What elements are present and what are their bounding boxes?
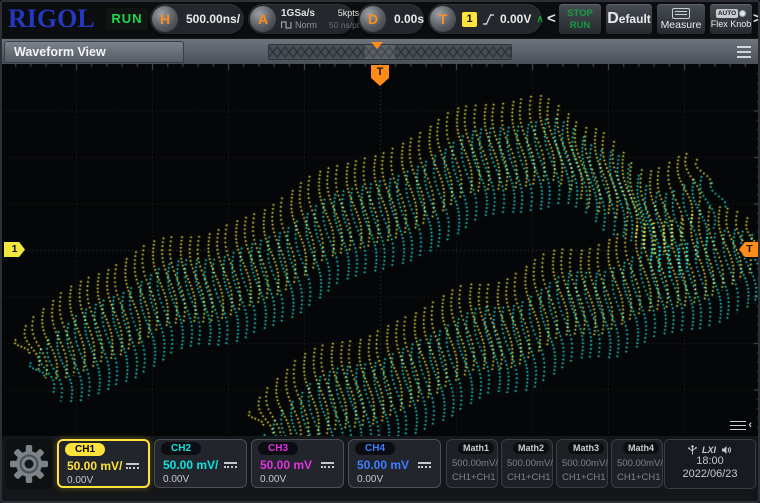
auto-knob-icon: AUTO [716, 8, 746, 18]
dc-coupling-icon [224, 462, 237, 468]
channel-tab-label: CH3 [258, 442, 298, 455]
channel-scale: 50.00 mV/ [163, 458, 218, 472]
speaker-icon [721, 445, 732, 455]
stop-label: STOP [567, 8, 593, 19]
measure-label: Measure [661, 20, 702, 31]
math-box-math1[interactable]: Math1 500.00mV/ CH1+CH1 [446, 439, 498, 488]
delay-knob[interactable]: D [360, 6, 386, 32]
oscilloscope-screen: RIGOL RUN H 500.00ns/ A 1GSa/s 5kpts Nor… [0, 0, 760, 503]
view-tab-bar: Waveform View [0, 38, 760, 64]
math-scale: 500.00mV/ [507, 458, 553, 469]
trigger-source-badge: 1 [462, 12, 477, 27]
horizontal-knob[interactable]: H [152, 6, 178, 32]
timebase-value: 500.00ns/ [181, 12, 250, 26]
channel-offset: 0.00V [260, 474, 286, 485]
math-tab-label: Math4 [623, 442, 659, 454]
expand-right-chevron[interactable]: > [753, 10, 760, 27]
math-expression: CH1+CH1 [452, 472, 496, 483]
run-label: RUN [570, 20, 591, 31]
channel-tab-label: CH4 [355, 442, 395, 455]
math-tab-label: Math3 [568, 442, 604, 454]
channel-tab-label: CH1 [65, 443, 105, 456]
math-expression: CH1+CH1 [507, 472, 551, 483]
math-expression: CH1+CH1 [617, 472, 661, 483]
trigger-knob[interactable]: T [430, 6, 456, 32]
waveform-display-area[interactable]: T 1 T ‹ [0, 64, 760, 436]
channel-box-ch3[interactable]: CH3 50.00 mV 0.00V [251, 439, 344, 488]
channel-offset: 0.00V [357, 474, 383, 485]
channel-offset: 0.00V [67, 475, 93, 486]
run-status-badge[interactable]: RUN [106, 8, 148, 30]
default-label: Default [607, 13, 651, 25]
channel-tab-label: CH2 [161, 442, 201, 455]
usb-icon [688, 444, 697, 455]
acquire-info: 1GSa/s 5kpts Norm 50 ns/pt [279, 8, 368, 31]
display-menu-icon[interactable]: ‹ [730, 420, 752, 430]
trigger-position-pointer [371, 42, 383, 49]
delay-settings[interactable]: D 0.00s [358, 4, 424, 34]
trigger-mode-symbol: ∧ [536, 14, 543, 25]
channel-offset: 0.00V [163, 474, 189, 485]
acquire-settings[interactable]: A 1GSa/s 5kpts Norm 50 ns/pt [248, 4, 354, 34]
square-wave-icon [281, 21, 292, 29]
math-box-math4[interactable]: Math4 500.00mV/ CH1+CH1 [611, 439, 663, 488]
stop-run-button[interactable]: STOP RUN [558, 3, 602, 35]
math-scale: 500.00mV/ [562, 458, 608, 469]
channel-scale: 50.00 mV [357, 458, 409, 472]
math-tab-label: Math2 [513, 442, 549, 454]
math-box-math3[interactable]: Math3 500.00mV/ CH1+CH1 [556, 439, 608, 488]
math-scale: 500.00mV/ [617, 458, 663, 469]
top-status-bar: RIGOL RUN H 500.00ns/ A 1GSa/s 5kpts Nor… [0, 0, 760, 38]
collapse-left-chevron[interactable]: < [547, 10, 556, 27]
flex-knob-button[interactable]: AUTO Flex Knob [709, 3, 753, 35]
acquire-knob[interactable]: A [250, 6, 276, 32]
view-list-icon[interactable] [737, 46, 751, 58]
system-time: 18:00 [665, 455, 755, 468]
record-overview-bar[interactable] [268, 44, 512, 60]
channel-status-bar: CH1 50.00 mV/ 0.00V CH2 50.00 mV/ 0.00V … [0, 436, 760, 503]
trigger-level-value: 0.00V [500, 12, 531, 26]
tab-waveform-view[interactable]: Waveform View [4, 41, 184, 63]
settings-gear-button[interactable] [5, 439, 53, 489]
sample-resolution: 50 ns/pt [329, 20, 359, 31]
rising-edge-icon [482, 13, 495, 26]
math-expression: CH1+CH1 [562, 472, 606, 483]
math-scale: 500.00mV/ [452, 458, 498, 469]
measure-button[interactable]: Measure [656, 3, 706, 35]
channel-scale: 50.00 mV [260, 458, 312, 472]
math-tab-label: Math1 [458, 442, 494, 454]
dc-coupling-icon [126, 463, 139, 469]
gear-icon [7, 442, 51, 486]
flex-knob-label: Flex Knob [711, 19, 752, 30]
lxi-label: LXI [702, 445, 716, 455]
trigger-info: 1 0.00V ∧ [459, 12, 553, 27]
system-status-box[interactable]: LXI 18:00 2022/06/23 [664, 439, 756, 489]
waveform-canvas[interactable] [0, 64, 760, 436]
trigger-settings[interactable]: T 1 0.00V ∧ [428, 4, 542, 34]
memory-depth: 5kpts [329, 8, 359, 19]
dc-coupling-icon [321, 462, 334, 468]
channel-box-ch4[interactable]: CH4 50.00 mV 0.00V [348, 439, 441, 488]
horizontal-settings[interactable]: H 500.00ns/ [150, 4, 244, 34]
default-button[interactable]: Default [605, 3, 653, 35]
measure-icon [672, 8, 690, 19]
sample-rate: 1GSa/s [281, 8, 317, 19]
channel-box-ch2[interactable]: CH2 50.00 mV/ 0.00V [154, 439, 247, 488]
channel-scale: 50.00 mV/ [67, 459, 122, 473]
acquire-mode: Norm [281, 20, 317, 31]
rigol-logo: RIGOL [8, 5, 102, 33]
channel-box-ch1[interactable]: CH1 50.00 mV/ 0.00V [57, 439, 150, 488]
dc-coupling-icon [418, 462, 431, 468]
math-box-math2[interactable]: Math2 500.00mV/ CH1+CH1 [501, 439, 553, 488]
system-date: 2022/06/23 [665, 468, 755, 481]
